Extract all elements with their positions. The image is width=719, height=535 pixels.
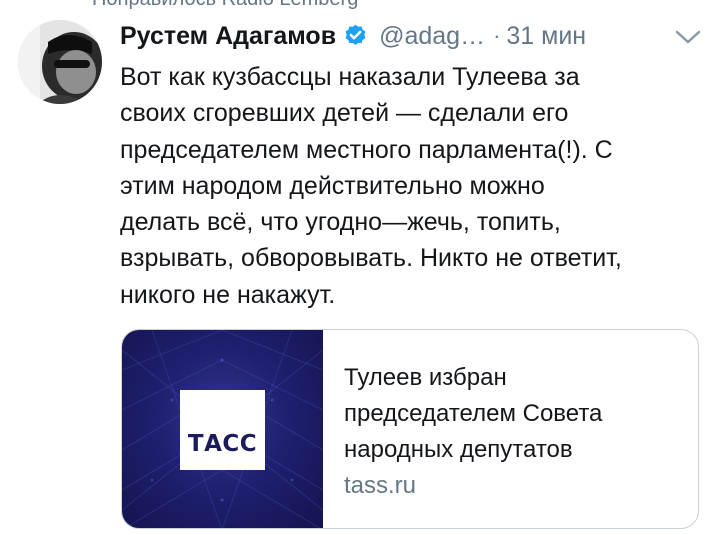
tass-logo-text: ТАСС bbox=[187, 431, 258, 457]
card-title: Тулеев избран председателем Совета народ… bbox=[344, 364, 603, 463]
tass-logo: ТАСС bbox=[180, 390, 265, 470]
card-image: ТАСС bbox=[122, 330, 323, 528]
social-context-text: Понравилось Radio Lemberg bbox=[92, 0, 358, 10]
chevron-down-icon[interactable] bbox=[673, 22, 703, 52]
author-name[interactable]: Рустем Адагамов bbox=[120, 22, 336, 51]
card-body: Тулеев избран председателем Совета народ… bbox=[323, 330, 622, 528]
avatar-photo bbox=[18, 20, 102, 104]
verified-badge-icon bbox=[342, 23, 369, 50]
header-separator: · bbox=[493, 23, 501, 48]
card-domain: tass.ru bbox=[344, 472, 417, 499]
tweet-text: Вот как кузбассцы наказали Тулеева за св… bbox=[120, 63, 622, 309]
link-preview-card[interactable]: ТАСС Тулеев избран председателем Совета … bbox=[121, 329, 699, 529]
tweet-header: Рустем Адагамов @adag… · 31 мин bbox=[120, 18, 705, 54]
author-handle[interactable]: @adag… bbox=[379, 22, 485, 51]
social-context-line[interactable]: Понравилось Radio Lemberg bbox=[92, 0, 358, 11]
tweet-timestamp[interactable]: 31 мин bbox=[506, 22, 586, 51]
avatar[interactable] bbox=[18, 20, 102, 104]
